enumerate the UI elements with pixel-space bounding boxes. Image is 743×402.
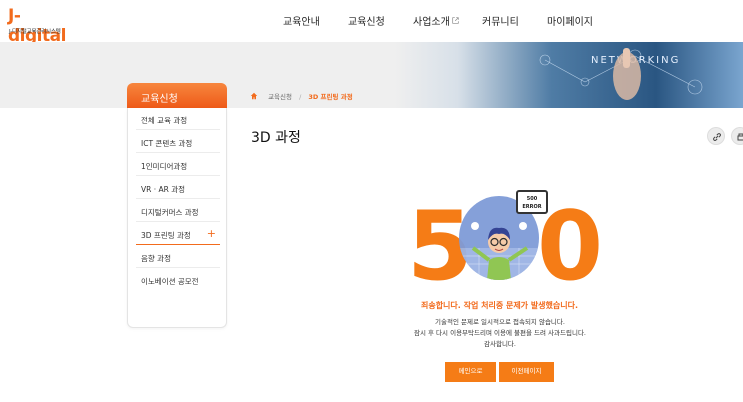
page-title: 3D 과정	[251, 130, 301, 146]
nav-item-mypage[interactable]: 마이페이지	[547, 13, 593, 28]
sidebar-item-3d-printing[interactable]: 3D 프린팅 과정 +	[136, 223, 220, 245]
sidebar-item-all[interactable]: 전체 교육 과정	[136, 108, 220, 130]
network-graphic: NETWORKING	[539, 48, 703, 100]
print-button[interactable]	[731, 127, 743, 145]
sidebar-item-innovation[interactable]: 이노베이션 공모전	[136, 269, 220, 291]
nav-item-edu-info[interactable]: 교육안내	[283, 13, 320, 28]
plus-icon: +	[206, 227, 216, 240]
sidebar: 전체 교육 과정 ICT 콘텐츠 과정 1인미디어과정 VR · AR 과정 디…	[127, 108, 227, 328]
nav-item-business[interactable]: 사업소개	[413, 13, 459, 28]
error-message-line1: 기술적인 문제로 일시적으로 접속되지 않습니다.	[435, 318, 565, 326]
breadcrumb-current: 3D 프린팅 과정	[308, 93, 353, 101]
nav-item-business-label: 사업소개	[413, 17, 450, 28]
error-message-line3: 감사합니다.	[484, 340, 516, 348]
breadcrumb: 교육신청 / 3D 프린팅 과정	[250, 91, 353, 103]
previous-page-button[interactable]: 이전페이지	[499, 362, 554, 382]
sub-banner: NETWORKING ‹‹‹	[0, 42, 743, 108]
bubble-label: ERROR	[522, 204, 542, 210]
error-digit-0: 0	[537, 192, 604, 302]
error-speech-bubble: 500 ERROR	[516, 190, 548, 214]
error-title-text: 죄송합니다. 작업 처리중 문제가 발생했습니다.	[420, 301, 579, 310]
sidebar-item-vr-ar[interactable]: VR · AR 과정	[136, 177, 220, 199]
nav-item-edu-apply[interactable]: 교육신청	[348, 13, 385, 28]
sidebar-item-ict[interactable]: ICT 콘텐츠 과정	[136, 131, 220, 153]
sidebar-item-commerce[interactable]: 디지털커머스 과정	[136, 200, 220, 222]
external-link-icon	[452, 17, 459, 24]
sidebar-item-sound[interactable]: 음향 과정	[136, 246, 220, 268]
copy-link-button[interactable]	[707, 127, 725, 145]
main-nav: 교육안내 교육신청 사업소개 커뮤니티 마이페이지	[0, 13, 743, 29]
breadcrumb-level1[interactable]: 교육신청	[268, 93, 292, 101]
print-icon	[737, 133, 743, 141]
main-page-button[interactable]: 메인으로	[445, 362, 496, 382]
banner-photo: NETWORKING	[395, 42, 743, 108]
error-message-line2: 잠시 후 다시 이용부탁드리며 이용에 불편을 드려 사과드립니다.	[413, 329, 586, 337]
site-header: J-digital J-디지털교육관리시스템 교육안내 교육신청 사업소개 커뮤…	[0, 0, 743, 46]
sidebar-item-media[interactable]: 1인미디어과정	[136, 154, 220, 176]
sidebar-item-3d-printing-label: 3D 프린팅 과정	[141, 231, 191, 240]
nav-item-community[interactable]: 커뮤니티	[482, 13, 519, 28]
sidebar-title: 교육신청	[127, 83, 227, 108]
home-icon[interactable]	[250, 92, 258, 100]
bubble-code: 500	[526, 196, 538, 202]
link-icon	[713, 133, 721, 141]
breadcrumb-separator: /	[299, 93, 302, 101]
